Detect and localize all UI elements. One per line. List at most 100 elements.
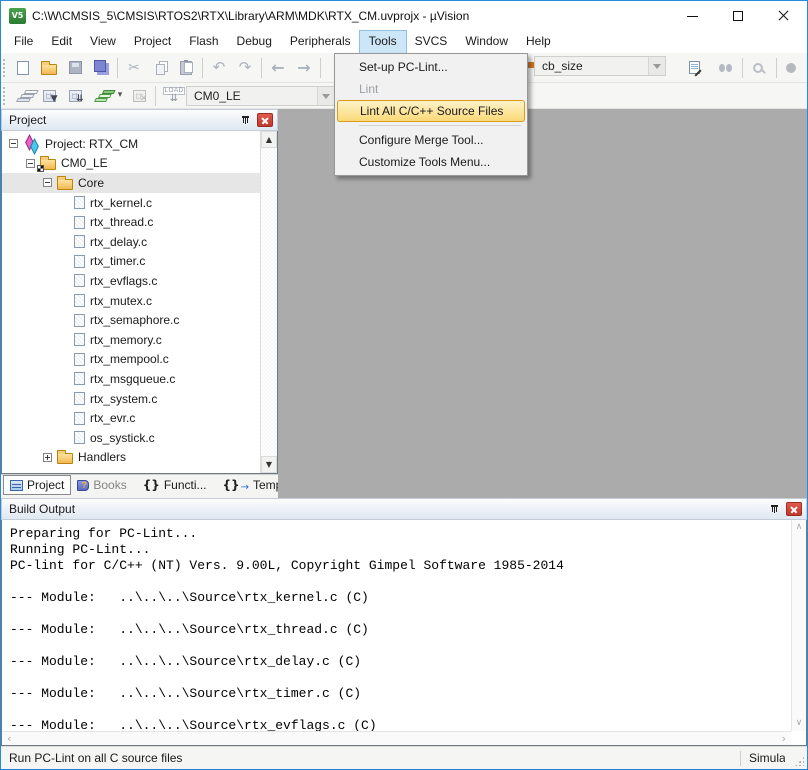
build-output-close-button[interactable] — [786, 502, 802, 516]
redo-button[interactable]: ↷ — [232, 57, 258, 79]
menu-tools[interactable]: Tools — [360, 31, 406, 53]
build-output-hscrollbar[interactable]: ‹ › — [2, 731, 791, 745]
breakpoint-button[interactable] — [778, 57, 804, 79]
load-icon: LOAD ⇊ — [163, 87, 186, 105]
find-in-files-combo[interactable]: cb_size — [534, 56, 666, 76]
pin-icon[interactable] — [770, 504, 780, 515]
navigate-back-button[interactable]: ← — [265, 57, 291, 79]
tree-item-handlers[interactable]: Handlers — [2, 448, 277, 468]
stop-build-button[interactable]: ✕ — [126, 85, 152, 107]
zoom-button[interactable] — [745, 57, 771, 79]
undo-button[interactable]: ↶ — [206, 57, 232, 79]
expand-icon[interactable] — [43, 453, 52, 462]
menu-help[interactable]: Help — [517, 31, 560, 53]
tree-item-rtx-evr-c[interactable]: rtx_evr.c — [2, 408, 277, 428]
build-output-content[interactable]: Preparing for PC-Lint... Running PC-Lint… — [1, 520, 807, 746]
menu-item-customize-tools-menu[interactable]: Customize Tools Menu... — [335, 151, 527, 173]
translate-icon — [16, 98, 31, 102]
combo-dropdown-icon[interactable] — [648, 57, 665, 75]
c-file-icon — [74, 235, 85, 248]
tree-item-rtx-mempool-c[interactable]: rtx_mempool.c — [2, 350, 277, 370]
scissors-icon: ✂ — [128, 61, 140, 75]
navigate-forward-button[interactable]: → — [291, 57, 317, 79]
build-button[interactable]: ▼ — [36, 85, 62, 107]
scroll-down-icon[interactable]: ∨ — [796, 719, 803, 728]
menu-svcs[interactable]: SVCS — [406, 31, 457, 53]
tree-item-rtx-kernel-c[interactable]: rtx_kernel.c — [2, 193, 277, 213]
tree-item-rtx-thread-c[interactable]: rtx_thread.c — [2, 212, 277, 232]
new-file-button[interactable] — [10, 57, 36, 79]
collapse-icon[interactable] — [9, 139, 18, 148]
collapse-icon[interactable] — [26, 159, 35, 168]
c-file-icon — [74, 274, 85, 287]
download-button[interactable]: LOAD ⇊ — [159, 85, 189, 107]
batch-build-dropdown[interactable]: ▾ — [114, 85, 126, 107]
combo-dropdown-icon[interactable] — [317, 87, 334, 105]
find-in-files-button[interactable] — [681, 57, 707, 79]
menu-file[interactable]: File — [5, 31, 42, 53]
batch-build-button[interactable] — [88, 85, 114, 107]
menu-item-setup-pc-lint[interactable]: Set-up PC-Lint... — [335, 56, 527, 78]
tree-item-rtx-evflags-c[interactable]: rtx_evflags.c — [2, 271, 277, 291]
folder-closed-icon — [57, 453, 73, 464]
menu-view[interactable]: View — [81, 31, 125, 53]
tree-item-os-systick-c[interactable]: os_systick.c — [2, 428, 277, 448]
tree-item-rtx-delay-c[interactable]: rtx_delay.c — [2, 232, 277, 252]
tree-item-project-rtx-cm[interactable]: Project: RTX_CM — [2, 134, 277, 154]
tab-books[interactable]: Books — [71, 475, 132, 495]
target-select[interactable]: CM0_LE — [186, 86, 335, 106]
toolbar-grip[interactable] — [3, 59, 7, 77]
menu-window[interactable]: Window — [456, 31, 517, 53]
menu-peripherals[interactable]: Peripherals — [281, 31, 360, 53]
paste-button[interactable] — [173, 57, 199, 79]
menu-debug[interactable]: Debug — [228, 31, 281, 53]
maximize-button[interactable] — [715, 1, 761, 31]
save-all-button[interactable] — [88, 57, 114, 79]
collapse-icon[interactable] — [43, 178, 52, 187]
functions-braces-icon: {} — [143, 479, 160, 491]
menu-item-lint-all-sources[interactable]: Lint All C/C++ Source Files — [337, 100, 525, 122]
menu-flash[interactable]: Flash — [180, 31, 227, 53]
minimize-button[interactable] — [669, 1, 715, 31]
find-in-files-icon — [689, 61, 700, 74]
copy-button[interactable] — [147, 57, 173, 79]
menu-item-configure-merge-tool[interactable]: Configure Merge Tool... — [335, 129, 527, 151]
tree-item-rtx-system-c[interactable]: rtx_system.c — [2, 389, 277, 409]
scroll-left-icon[interactable]: ‹ — [7, 733, 11, 744]
tree-item-rtx-timer-c[interactable]: rtx_timer.c — [2, 252, 277, 272]
scroll-up-icon[interactable]: ∧ — [796, 523, 803, 532]
menu-project[interactable]: Project — [125, 31, 180, 53]
toolbar-grip[interactable] — [3, 87, 7, 105]
scroll-right-icon[interactable]: › — [782, 733, 786, 744]
tree-item-rtx-mutex-c[interactable]: rtx_mutex.c — [2, 291, 277, 311]
build-output-vscrollbar[interactable]: ∧ ∨ — [791, 520, 806, 731]
tab-functions[interactable]: {} Functi... — [137, 475, 213, 495]
project-panel-title: Project — [9, 113, 241, 127]
translate-button[interactable] — [10, 85, 36, 107]
project-panel-close-button[interactable] — [257, 113, 273, 127]
menu-edit[interactable]: Edit — [42, 31, 81, 53]
tree-scrollbar[interactable]: ▲ ▼ — [260, 131, 277, 473]
project-tree: Project: RTX_CM CM0_LE Core rtx_kernel.c… — [1, 131, 278, 474]
scroll-up-icon[interactable]: ▲ — [261, 131, 277, 148]
resize-grip[interactable] — [795, 757, 804, 766]
c-file-icon — [74, 353, 85, 366]
menu-item-lint[interactable]: Lint — [335, 78, 527, 100]
tree-item-cm0-le[interactable]: CM0_LE — [2, 154, 277, 174]
window-title: C:\W\CMSIS_5\CMSIS\RTOS2\RTX\Library\ARM… — [32, 9, 469, 23]
cut-button[interactable]: ✂ — [121, 57, 147, 79]
tree-item-rtx-semaphore-c[interactable]: rtx_semaphore.c — [2, 310, 277, 330]
open-file-button[interactable] — [36, 57, 62, 79]
browse-button[interactable] — [709, 57, 735, 79]
close-button[interactable] — [761, 1, 807, 31]
tab-project[interactable]: Project — [3, 475, 71, 495]
tree-item-rtx-memory-c[interactable]: rtx_memory.c — [2, 330, 277, 350]
rebuild-button[interactable]: ⇊ — [62, 85, 88, 107]
title-bar[interactable]: V5 C:\W\CMSIS_5\CMSIS\RTOS2\RTX\Library\… — [1, 1, 807, 31]
save-button[interactable] — [62, 57, 88, 79]
status-mode: Simula — [749, 751, 785, 765]
pin-icon[interactable] — [241, 115, 251, 126]
tree-item-core[interactable]: Core — [2, 173, 277, 193]
scroll-down-icon[interactable]: ▼ — [261, 456, 277, 473]
tree-item-rtx-msgqueue-c[interactable]: rtx_msgqueue.c — [2, 369, 277, 389]
